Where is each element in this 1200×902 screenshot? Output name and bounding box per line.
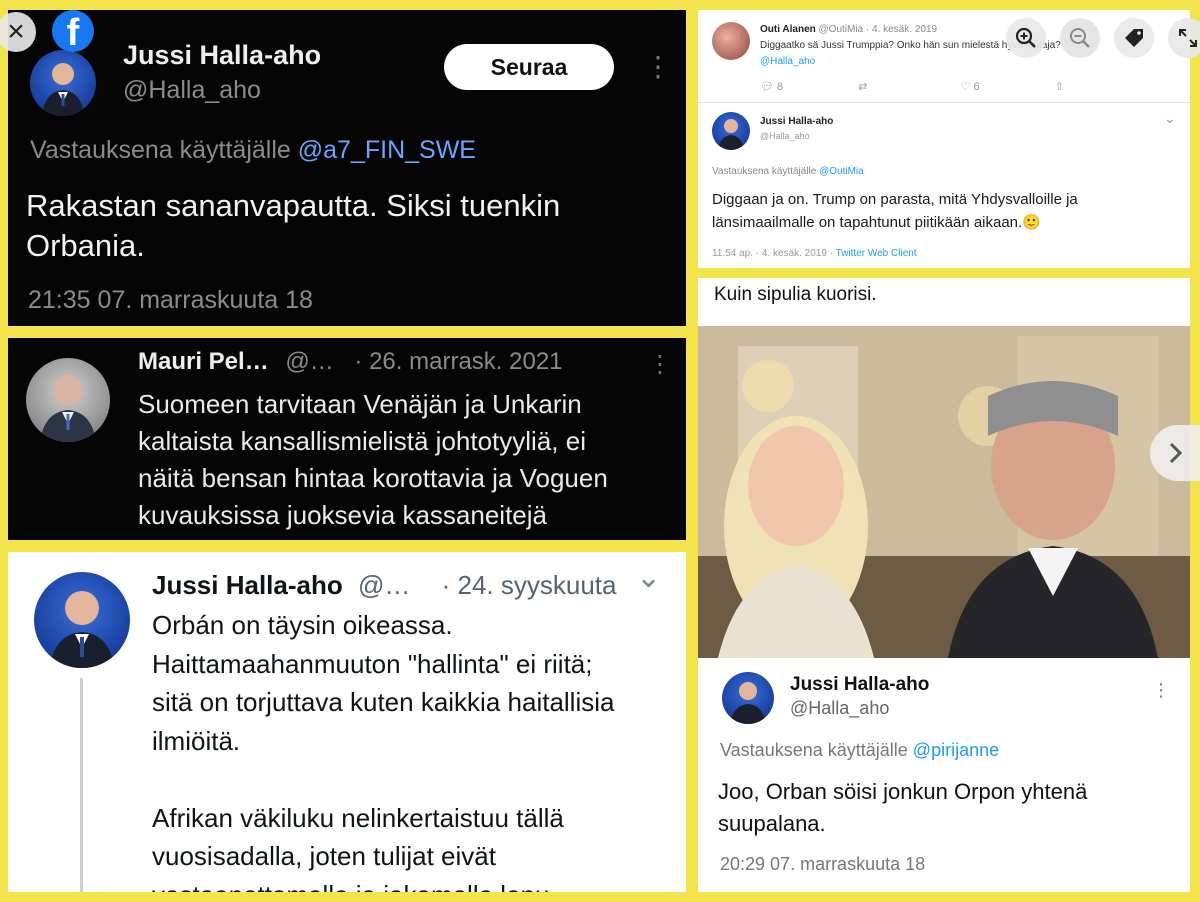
action-bar: 💬︎ 8 ⇄ ♡ 6 ⇧ (760, 80, 1064, 93)
tweet-text: Joo, Orban söisi jonkun Orpon yhtenä suu… (718, 779, 1088, 836)
client-link[interactable]: Twitter Web Client (836, 248, 917, 259)
post-caption: Kuin sipulia kuorisi. (714, 284, 877, 305)
reply-context: Vastauksena käyttäjälle @OutiMia (712, 166, 864, 177)
tweet-header: Jussi Halla-aho @… · 24. syyskuuta (152, 570, 616, 601)
author-handle[interactable]: @… (358, 570, 410, 600)
tag-button[interactable] (1114, 18, 1154, 58)
reply-context: Vastauksena käyttäjälle @pirijanne (720, 740, 999, 761)
tweet-panel-1: Jussi Halla-aho @Halla_aho Seuraa ⋮ Vast… (8, 10, 686, 326)
tweet-panel-5: Kuin sipulia kuorisi. Jussi Halla-aho @H… (698, 278, 1190, 892)
close-icon: × (7, 15, 25, 48)
divider (698, 102, 1190, 103)
tweet-text: Rakastan sananvapautta. Siksi tuenkin Or… (26, 188, 561, 263)
like-count: 6 (973, 81, 980, 93)
avatar[interactable] (34, 572, 130, 668)
tweet-timestamp[interactable]: 21:35 07. marraskuuta 18 (28, 286, 313, 315)
reply-prefix: Vastauksena käyttäjälle (30, 136, 291, 164)
author-name[interactable]: Jussi Halla-aho (123, 40, 321, 71)
more-icon[interactable]: ⋮ (1152, 680, 1170, 701)
tag-icon (1125, 29, 1143, 47)
expand-button[interactable] (1168, 18, 1200, 58)
retweet-icon[interactable]: ⇄ (858, 81, 867, 93)
avatar[interactable] (26, 358, 110, 442)
author-handle[interactable]: @Halla_aho (760, 131, 810, 141)
author-handle[interactable]: @OutiMia (819, 24, 864, 35)
follow-button[interactable]: Seuraa (444, 44, 614, 90)
reply-handle-link[interactable]: @OutiMia (819, 166, 864, 177)
reply-prefix: Vastauksena käyttäjälle (712, 166, 817, 177)
photo[interactable] (698, 326, 1190, 658)
more-icon[interactable]: ⋮ (644, 50, 672, 83)
author-name[interactable]: Jussi Halla-aho (760, 116, 833, 127)
like-icon[interactable]: ♡ (961, 81, 971, 93)
avatar[interactable] (722, 672, 774, 724)
tweet-text: Diggaan ja on. Trump on parasta, mitä Yh… (712, 191, 1078, 231)
tweet-panel-3: Jussi Halla-aho @… · 24. syyskuuta ⌄ Orb… (8, 552, 686, 892)
tweet-timestamp[interactable]: 20:29 07. marraskuuta 18 (720, 854, 925, 875)
zoom-in-icon (1015, 27, 1036, 48)
author-name[interactable]: Jussi Halla-aho (152, 570, 343, 600)
next-button[interactable] (1150, 425, 1200, 481)
reply-count: 8 (777, 81, 784, 93)
tweet-panel-2: Mauri Pel… @… · 26. marrask. 2021 ⋮ Suom… (8, 338, 686, 540)
author-name[interactable]: Mauri Pel… (138, 348, 269, 375)
tweet-date[interactable]: · 4. kesäk. 2019 (866, 24, 937, 35)
avatar[interactable] (712, 112, 750, 150)
reply-handle-link[interactable]: @pirijanne (913, 740, 999, 760)
thread-line (80, 678, 83, 892)
reply-prefix: Vastauksena käyttäjälle (720, 740, 908, 760)
reply-context: Vastauksena käyttäjälle @a7_FIN_SWE (30, 136, 476, 165)
tweet-meta: 11.54 ap. · 4. kesäk. 2019 · Twitter Web… (712, 248, 917, 259)
reply-icon[interactable]: 💬︎ (760, 81, 774, 93)
avatar[interactable] (30, 50, 96, 116)
reply-handle-link[interactable]: @a7_FIN_SWE (298, 136, 476, 164)
chevron-down-icon[interactable]: ⌄ (636, 560, 661, 595)
share-icon[interactable]: ⇧ (1055, 81, 1064, 93)
author-handle[interactable]: @… (285, 348, 333, 375)
avatar[interactable] (712, 22, 750, 60)
more-icon[interactable]: ⋮ (648, 350, 672, 379)
author-name[interactable]: Jussi Halla-aho (790, 674, 929, 696)
chevron-right-icon (1169, 442, 1183, 464)
tweet-header: Mauri Pel… @… · 26. marrask. 2021 (138, 348, 563, 376)
follow-label: Seuraa (490, 53, 568, 80)
chevron-down-icon[interactable]: ⌄ (1164, 110, 1176, 127)
facebook-icon[interactable]: f (52, 10, 94, 52)
author-name[interactable]: Outi Alanen (760, 24, 816, 35)
tweet-header: Outi Alanen @OutiMia · 4. kesäk. 2019 (760, 24, 937, 35)
expand-icon (1179, 29, 1197, 47)
zoom-out-button[interactable] (1060, 18, 1100, 58)
tweet-date[interactable]: · 24. syyskuuta (442, 570, 617, 600)
tweet-timestamp[interactable]: 11.54 ap. · 4. kesäk. 2019 (712, 248, 827, 259)
zoom-in-button[interactable] (1006, 18, 1046, 58)
zoom-out-icon (1070, 28, 1090, 48)
tweet-date[interactable]: · 26. marrask. 2021 (354, 348, 562, 375)
mention-link[interactable]: @Halla_aho (760, 56, 815, 67)
tweet-text: Suomeen tarvitaan Venäjän ja Unkarin kal… (138, 389, 608, 530)
author-handle[interactable]: @Halla_aho (790, 698, 889, 719)
tweet-text: Orbán on täysin oikeassa. Haittamaahanmu… (152, 610, 615, 892)
author-handle[interactable]: @Halla_aho (123, 76, 261, 105)
